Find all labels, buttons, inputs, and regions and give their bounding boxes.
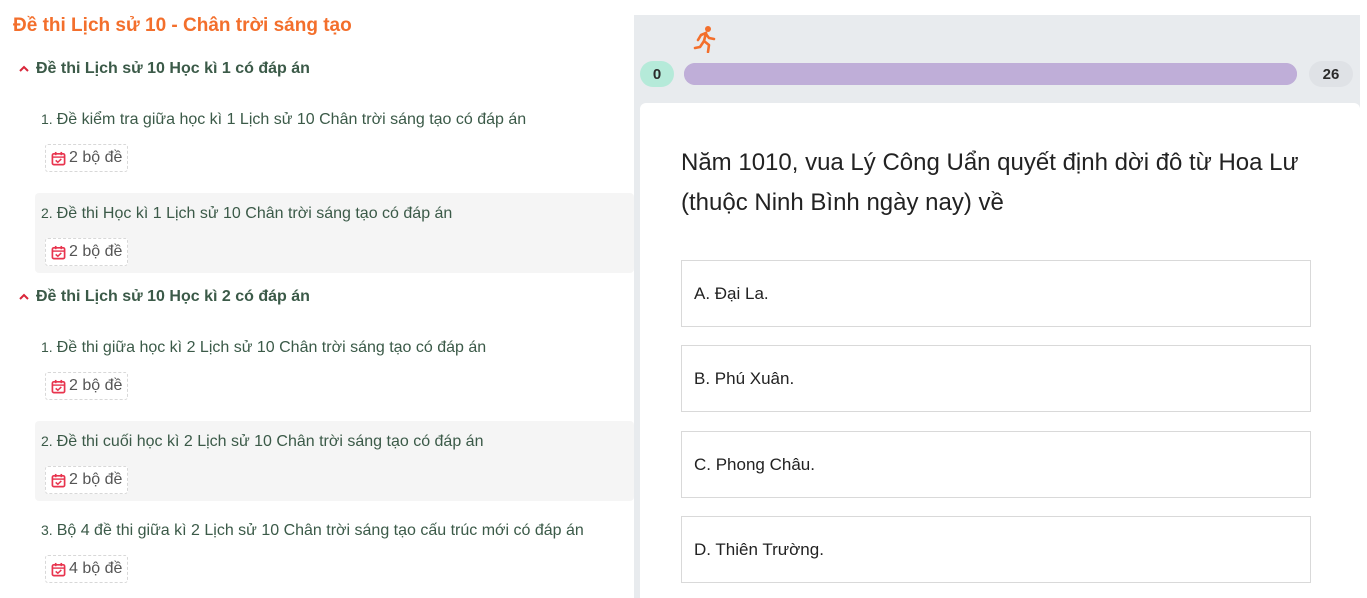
badge-label: 4 bộ đề — [69, 560, 123, 577]
calendar-check-icon — [51, 473, 66, 487]
answer-option-c[interactable]: C. Phong Châu. — [681, 431, 1311, 498]
item-number: 2. — [41, 205, 53, 221]
question-text: Năm 1010, vua Lý Công Uẩn quyết định dời… — [681, 149, 1299, 216]
runner-icon — [693, 26, 716, 53]
section-heading-hk1[interactable]: Đề thi Lịch sử 10 Học kì 1 có đáp án — [18, 60, 310, 78]
exam-count-badge[interactable]: 2 bộ đề — [45, 238, 129, 266]
progress-fill — [684, 63, 1297, 85]
exam-count-badge[interactable]: 2 bộ đề — [45, 144, 129, 172]
quiz-panel: 0 26 Năm 1010, vua Lý Công Uẩn quyết địn… — [634, 15, 1360, 598]
section-heading-hk2[interactable]: Đề thi Lịch sử 10 Học kì 2 có đáp án — [18, 288, 310, 306]
section-heading-label: Đề thi Lịch sử 10 Học kì 2 có đáp án — [36, 288, 310, 305]
question-card: Năm 1010, vua Lý Công Uẩn quyết định dời… — [640, 103, 1360, 598]
progress-bar — [684, 63, 1297, 85]
progress-total-count: 26 — [1309, 61, 1353, 87]
exam-count-badge[interactable]: 2 bộ đề — [45, 372, 129, 400]
item-title[interactable]: Đề thi cuối học kì 2 Lịch sử 10 Chân trờ… — [57, 433, 484, 450]
answer-option-a[interactable]: A. Đại La. — [681, 260, 1311, 327]
calendar-check-icon — [51, 562, 66, 576]
badge-label: 2 bộ đề — [69, 243, 123, 260]
list-item[interactable]: 3. Bộ 4 đề thi giữa kì 2 Lịch sử 10 Chân … — [35, 510, 634, 590]
page-title: Đề thi Lịch sử 10 - Chân trời sáng tạo — [13, 15, 352, 36]
item-title[interactable]: Đề thi giữa học kì 2 Lịch sử 10 Chân trờ… — [57, 339, 487, 356]
list-item[interactable]: 1. Đề kiểm tra giữa học kì 1 Lịch sử 10 C… — [35, 99, 634, 179]
list-item[interactable]: 2. Đề thi Học kì 1 Lịch sử 10 Chân trời s… — [35, 193, 634, 273]
item-number: 1. — [41, 111, 53, 127]
answer-option-b[interactable]: B. Phú Xuân. — [681, 345, 1311, 412]
answer-option-d[interactable]: D. Thiên Trường. — [681, 516, 1311, 583]
list-item[interactable]: 1. Đề thi giữa học kì 2 Lịch sử 10 Chân t… — [35, 327, 634, 407]
item-number: 1. — [41, 339, 53, 355]
calendar-check-icon — [51, 245, 66, 259]
item-title[interactable]: Bộ 4 đề thi giữa kì 2 Lịch sử 10 Chân tr… — [57, 522, 584, 539]
sidebar: Đề thi Lịch sử 10 - Chân trời sáng tạo Đ… — [0, 0, 634, 598]
badge-label: 2 bộ đề — [69, 377, 123, 394]
exam-count-badge[interactable]: 2 bộ đề — [45, 466, 129, 494]
calendar-check-icon — [51, 379, 66, 393]
list-item[interactable]: 2. Đề thi cuối học kì 2 Lịch sử 10 Chân t… — [35, 421, 634, 501]
chevron-up-icon — [19, 293, 29, 300]
progress-start-count: 0 — [640, 61, 674, 87]
item-number: 3. — [41, 522, 53, 538]
chevron-up-icon — [19, 65, 29, 72]
exam-count-badge[interactable]: 4 bộ đề — [45, 555, 129, 583]
badge-label: 2 bộ đề — [69, 471, 123, 488]
calendar-check-icon — [51, 151, 66, 165]
item-number: 2. — [41, 433, 53, 449]
badge-label: 2 bộ đề — [69, 149, 123, 166]
item-title[interactable]: Đề kiểm tra giữa học kì 1 Lịch sử 10 Châ… — [57, 111, 527, 128]
item-title[interactable]: Đề thi Học kì 1 Lịch sử 10 Chân trời sán… — [57, 205, 453, 222]
section-heading-label: Đề thi Lịch sử 10 Học kì 1 có đáp án — [36, 60, 310, 77]
